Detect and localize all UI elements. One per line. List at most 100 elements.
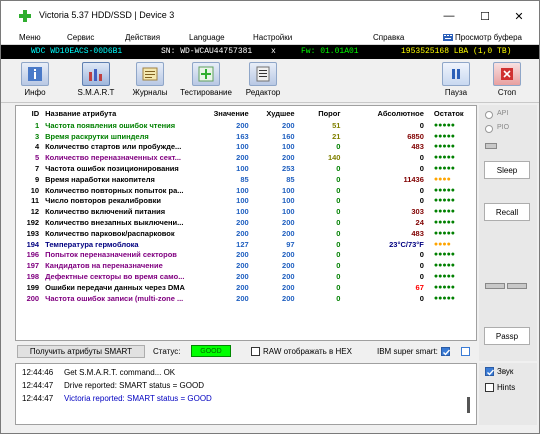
pause-button[interactable]: Пауза	[441, 62, 471, 100]
ibm-super-option-checkbox[interactable]	[461, 347, 470, 356]
stop-button[interactable]: Стоп	[493, 62, 521, 100]
tab-testing[interactable]: Тестирование	[177, 62, 235, 100]
tab-editor-label: Редактор	[245, 88, 281, 97]
log-scrollbar[interactable]	[467, 397, 470, 413]
cell-threshold: 140	[327, 153, 341, 163]
table-row[interactable]: 12 Количество включений питания 100 100 0 303…	[16, 206, 476, 217]
test-icon	[192, 62, 220, 86]
table-row[interactable]: 198 Дефектные секторы во время само... 200…	[16, 271, 476, 282]
cell-threshold: 0	[336, 261, 341, 271]
cell-worst: 100	[282, 185, 295, 195]
cell-name: Количество повторных попыток ра...	[45, 185, 184, 195]
menu-item-menu[interactable]: Меню	[19, 33, 41, 42]
menu-item-actions[interactable]: Действия	[125, 33, 160, 42]
cell-threshold: 0	[336, 228, 341, 238]
cell-id: 4	[34, 142, 40, 152]
cell-value: 200	[236, 120, 249, 130]
col-header-value[interactable]: Значение	[205, 106, 251, 120]
col-header-name[interactable]: Название атрибута	[43, 106, 205, 120]
checkmark-icon	[443, 349, 451, 356]
api-label: API	[497, 110, 509, 117]
clipboard-view-button[interactable]: Просмотр буфера	[443, 33, 522, 42]
table-row[interactable]: 3 Время раскрутки шпинделя 163 160 21 6850 ●●●…	[16, 131, 476, 142]
col-header-threshold[interactable]: Порог	[297, 106, 343, 120]
table-row[interactable]: 194 Температура гермоблока 127 97 0 23°C/73°F…	[16, 239, 476, 250]
drive-serial: SN: WD-WCAU44757381	[161, 47, 253, 56]
menu-item-service[interactable]: Сервис	[67, 33, 94, 42]
hints-checkbox[interactable]	[485, 383, 494, 392]
table-row[interactable]: 7 Частота ошибок позиционирования 100 253 0 0…	[16, 163, 476, 174]
menu-item-settings[interactable]: Настройки	[253, 33, 292, 42]
maximize-button[interactable]: ☐	[467, 1, 503, 31]
col-header-remain[interactable]: Остаток	[426, 106, 476, 120]
table-row[interactable]: 9 Время наработки накопителя 85 85 0 11436 ●●●…	[16, 174, 476, 185]
tab-info[interactable]: Инфо	[15, 62, 55, 100]
table-row[interactable]: 200 Частота ошибок записи (multi-zone ...…	[16, 293, 476, 304]
table-row[interactable]: 192 Количество внезапных выключени... 200 2…	[16, 217, 476, 228]
cell-id: 1	[34, 120, 40, 130]
col-header-raw[interactable]: Абсолютное	[342, 106, 425, 120]
cell-id: 3	[34, 131, 40, 141]
menu-item-help[interactable]: Справка	[373, 33, 404, 42]
tab-smart[interactable]: S.M.A.R.T	[71, 62, 121, 100]
infobar-close[interactable]: x	[271, 47, 276, 56]
cell-threshold: 21	[332, 131, 341, 141]
cell-name: Дефектные секторы во время само...	[45, 272, 185, 282]
table-row[interactable]: 193 Количество парковок/распарковок 200 200…	[16, 228, 476, 239]
cell-remain: ●●●●●	[433, 197, 456, 205]
table-row[interactable]: 11 Число повторов рекалибровки 100 100 0 0 ●●●…	[16, 196, 476, 207]
minimize-button[interactable]: —	[431, 1, 467, 31]
cell-threshold: 0	[336, 282, 341, 292]
cell-name: Ошибки передачи данных через DMA	[45, 282, 185, 292]
api-radio[interactable]	[485, 111, 493, 119]
table-row[interactable]: 199 Ошибки передачи данных через DMA 200 20…	[16, 282, 476, 293]
cell-worst: 85	[286, 174, 295, 184]
ibm-super-checkbox[interactable]	[441, 347, 451, 356]
pio-radio[interactable]	[485, 125, 493, 133]
cell-id: 9	[34, 174, 40, 184]
drive-lba: 1953525168 LBA (1,0 TB)	[401, 47, 512, 56]
get-smart-button[interactable]: Получить атрибуты SMART	[17, 345, 145, 358]
drive-firmware: Fw: 01.01A01	[301, 47, 359, 56]
passp-button[interactable]: Passp	[484, 327, 530, 345]
tab-logs[interactable]: Журналы	[127, 62, 173, 100]
cell-value: 100	[236, 196, 249, 206]
col-header-id[interactable]: ID	[16, 106, 43, 120]
cell-worst: 200	[282, 120, 295, 130]
tab-editor[interactable]: Редактор	[241, 62, 285, 100]
cell-id: 197	[26, 261, 40, 271]
window-title: Victoria 5.37 HDD/SSD | Device 3	[39, 10, 175, 20]
pause-label: Пауза	[444, 88, 468, 97]
cell-raw: 0	[419, 196, 424, 206]
table-row[interactable]: 197 Кандидатов на переназначение 200 200 0 0 ●…	[16, 260, 476, 271]
cell-remain: ●●●●●	[433, 165, 456, 173]
table-row[interactable]: 4 Количество стартов или пробужде... 100 10…	[16, 142, 476, 153]
col-header-worst[interactable]: Худшее	[251, 106, 297, 120]
cell-raw: 0	[419, 164, 424, 174]
raw-hex-checkbox[interactable]	[251, 347, 260, 356]
cell-worst: 200	[282, 153, 295, 163]
sound-checkbox[interactable]	[485, 367, 495, 376]
cell-threshold: 0	[336, 239, 341, 249]
cell-value: 200	[236, 293, 249, 303]
tab-smart-label: S.M.A.R.T	[77, 88, 115, 97]
cell-id: 200	[26, 293, 40, 303]
table-row[interactable]: 5 Количество переназначенных сект... 200 20…	[16, 152, 476, 163]
cell-name: Количество включений питания	[45, 207, 166, 217]
recall-button[interactable]: Recall	[484, 203, 530, 221]
cell-raw: 0	[419, 261, 424, 271]
sleep-button[interactable]: Sleep	[484, 161, 530, 179]
cell-raw: 6850	[407, 131, 424, 141]
menu-item-language[interactable]: Language	[189, 33, 225, 42]
table-row[interactable]: 1 Частота появления ошибок чтения 200 200 51…	[16, 120, 476, 131]
cell-id: 192	[26, 218, 40, 228]
close-button[interactable]: ✕	[501, 1, 537, 31]
led-indicator	[485, 143, 497, 149]
table-row[interactable]: 10 Количество повторных попыток ра... 100 1…	[16, 185, 476, 196]
right-bottom-panel: Звук Hints	[479, 363, 537, 425]
table-row[interactable]: 196 Попыток переназначений секторов 200 200…	[16, 250, 476, 261]
cell-name: Температура гермоблока	[45, 239, 139, 249]
cell-value: 200	[236, 218, 249, 228]
raw-hex-label: RAW отображать в HEX	[263, 347, 352, 356]
cell-raw: 0	[419, 120, 424, 130]
